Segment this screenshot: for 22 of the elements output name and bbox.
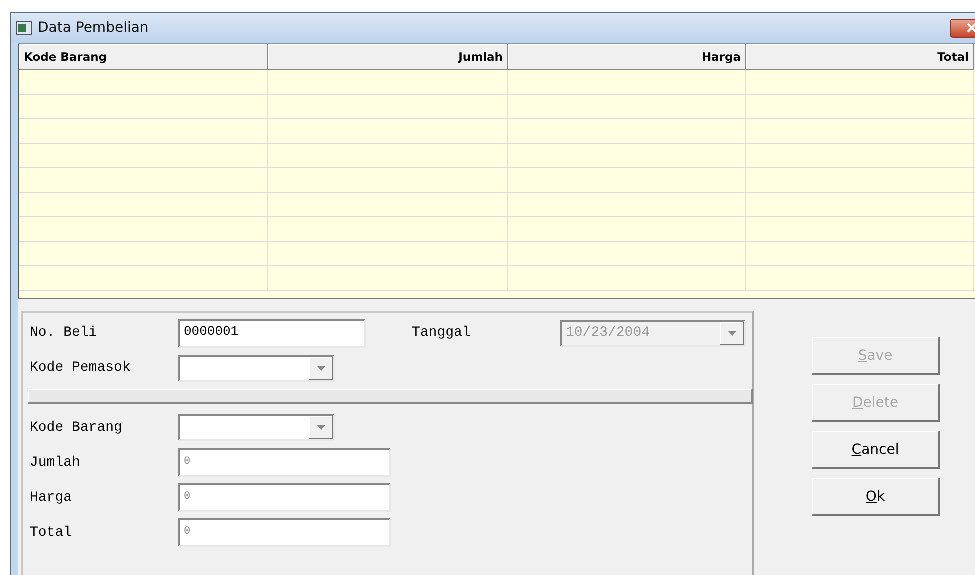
field-label: Kode Barang <box>30 420 124 436</box>
dropdown-field[interactable] <box>178 414 335 441</box>
action-button[interactable]: Cancel <box>812 431 940 469</box>
window-icon <box>16 21 32 35</box>
field-label: Harga <box>30 490 74 506</box>
column-header[interactable]: Harga <box>508 44 746 70</box>
action-button[interactable]: Ok <box>812 478 940 516</box>
field-label: Jumlah <box>30 454 82 470</box>
input-field[interactable]: 0 <box>178 448 391 477</box>
close-icon <box>966 23 975 33</box>
dropdown-field[interactable] <box>178 354 335 382</box>
input-field[interactable]: 0 <box>178 518 391 547</box>
field-label: No. Beli <box>30 325 98 341</box>
field-label: Total <box>30 524 74 540</box>
input-field[interactable]: 0000001 <box>178 318 366 348</box>
field-label: Kode Pemasok <box>30 360 132 376</box>
window-title: Data Pembelian <box>38 20 150 36</box>
column-header[interactable]: Jumlah <box>268 44 508 70</box>
field-label: Tanggal <box>412 325 472 341</box>
column-header[interactable]: Kode Barang <box>19 44 268 70</box>
column-header[interactable]: Total <box>746 44 974 70</box>
input-field[interactable]: 0 <box>178 483 391 512</box>
